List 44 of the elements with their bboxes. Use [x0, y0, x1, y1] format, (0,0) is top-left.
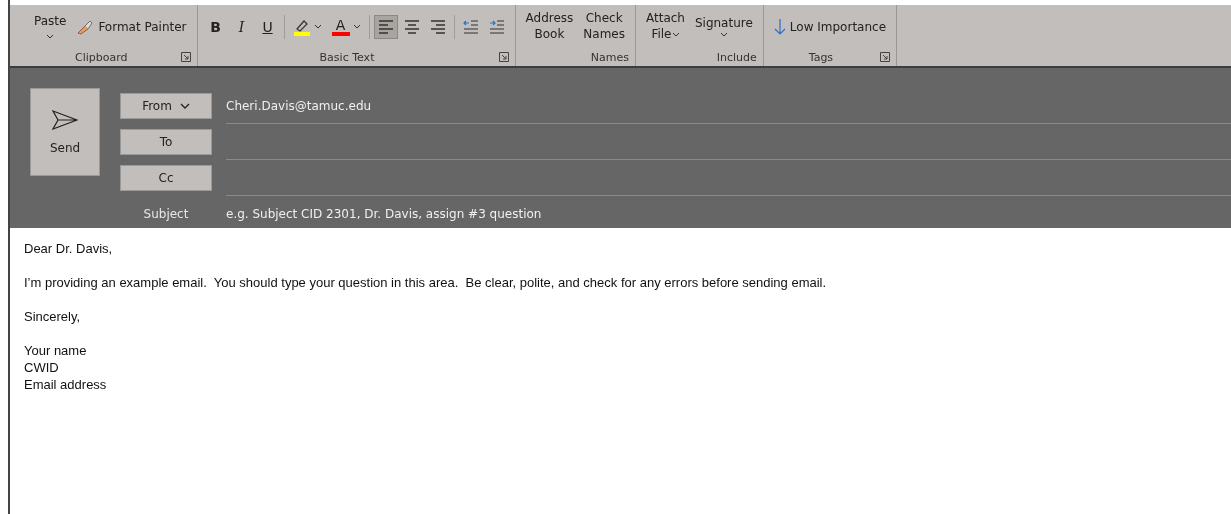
- send-icon: [52, 109, 78, 131]
- recipient-button[interactable]: To: [120, 129, 212, 155]
- body-text: Email address: [24, 376, 108, 393]
- body-text: Your name: [24, 342, 88, 359]
- send-button[interactable]: Send: [30, 88, 100, 176]
- indent-icon: [461, 17, 480, 36]
- body-text: Sincerely,: [24, 308, 82, 325]
- group-label: Clipboard: [75, 50, 128, 64]
- italic-button[interactable]: I: [229, 14, 254, 39]
- caret-icon: [352, 24, 361, 29]
- address-field[interactable]: Cheri.Davis@tamuc.edu: [226, 88, 1231, 124]
- align-right-icon: [428, 17, 447, 36]
- ribbon-button[interactable]: Check Names: [579, 9, 629, 44]
- low-importance-button[interactable]: Low Importance: [769, 15, 891, 38]
- from-button[interactable]: From: [120, 93, 212, 119]
- align-left-button[interactable]: [373, 14, 398, 39]
- subject-label: Subject: [142, 207, 190, 221]
- underline-button[interactable]: U: [255, 14, 280, 39]
- body-text: CWID: [24, 359, 60, 376]
- bold-button[interactable]: B: [203, 14, 228, 39]
- body-text: I’m providing an example email. You should type your question in this area. Be clear, polite, and check for any errors before sending email.: [24, 274, 828, 291]
- group-label: Include: [716, 50, 757, 64]
- font-color-button[interactable]: A: [327, 16, 365, 37]
- align-center-icon: [402, 17, 421, 36]
- align-left-icon: [376, 17, 395, 36]
- ribbon-button[interactable]: Address Book: [521, 9, 578, 44]
- format-painter-button[interactable]: Format Painter: [72, 16, 191, 37]
- group-label: Tags: [808, 50, 834, 64]
- recipient-button[interactable]: Cc: [120, 165, 212, 191]
- paintbrush-icon: [76, 18, 95, 35]
- body-text: Dear Dr. Davis,: [24, 240, 114, 257]
- caret-icon: [46, 34, 55, 39]
- indent-icon: [487, 17, 506, 36]
- down-arrow-icon: [773, 17, 786, 36]
- chevron-down-icon: [179, 103, 190, 109]
- caret-icon: [313, 24, 322, 29]
- caret-icon: [719, 32, 728, 37]
- paste-button[interactable]: Paste: [30, 12, 71, 41]
- group-label: Basic Text: [319, 50, 375, 64]
- ribbon-button[interactable]: Attach File: [641, 9, 689, 44]
- subject-field[interactable]: e.g. Subject CID 2301, Dr. Davis, assign #3 question: [226, 196, 1231, 232]
- ribbon-button[interactable]: Signature: [690, 14, 757, 39]
- group-label: Names: [590, 50, 629, 64]
- caret-icon: [671, 32, 680, 37]
